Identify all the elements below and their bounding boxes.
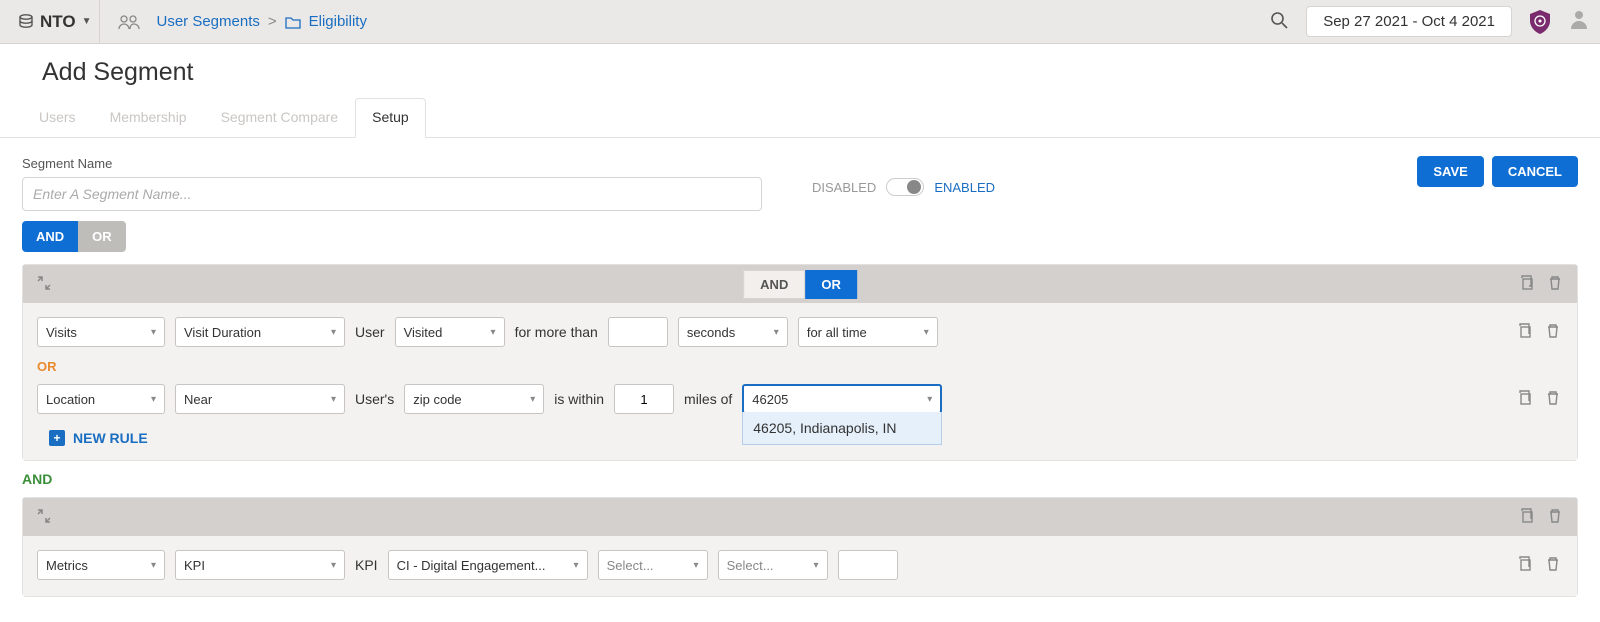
rule1-user-label: User [355, 324, 385, 340]
g2rule1-value-input[interactable] [838, 550, 898, 580]
rule-row-visits: Visits Visit Duration User Visited for m… [37, 317, 1563, 357]
root-and-button[interactable]: AND [22, 221, 78, 252]
rule-row-metrics: Metrics KPI KPI CI - Digital Engagement.… [37, 550, 1563, 590]
tab-segment-compare: Segment Compare [204, 98, 356, 138]
new-rule-label: NEW RULE [73, 430, 148, 446]
top-bar: NTO ▼ User Segments > Eligibility Sep 27… [0, 0, 1600, 44]
database-icon [18, 14, 34, 30]
rule-row-location: Location Near User's zip code is within … [37, 384, 1563, 424]
rule2-field-select[interactable]: zip code [404, 384, 544, 414]
trash-icon [1547, 512, 1563, 527]
rule1-value-input[interactable] [608, 317, 668, 347]
g2rule1-metric-select[interactable]: Metrics [37, 550, 165, 580]
enable-toggle[interactable] [886, 178, 924, 196]
breadcrumb: User Segments > Eligibility [156, 13, 367, 30]
g2rule1-submetric-select[interactable]: KPI [175, 550, 345, 580]
rule1-duplicate-button[interactable] [1515, 321, 1535, 344]
copy-icon [1517, 327, 1533, 342]
org-name: NTO [40, 12, 76, 32]
collapse-icon[interactable] [37, 509, 51, 526]
chevron-down-icon: ▼ [82, 16, 92, 27]
folder-icon [285, 15, 301, 29]
tab-users: Users [22, 98, 93, 138]
rule-separator-or: OR [37, 357, 1563, 384]
rule2-zip-select[interactable]: 46205 46205, Indianapolis, IN ➤ [742, 384, 942, 414]
g2rule1-delete-button[interactable] [1543, 554, 1563, 577]
breadcrumb-sep: > [268, 13, 277, 30]
rule2-metric-select[interactable]: Location [37, 384, 165, 414]
trash-icon [1545, 560, 1561, 575]
tab-membership: Membership [93, 98, 204, 138]
rule-group-1: AND OR Visits Visit Duration User Visite… [22, 264, 1578, 461]
rule2-delete-button[interactable] [1543, 388, 1563, 411]
trash-icon [1547, 279, 1563, 294]
segment-name-input[interactable] [22, 177, 762, 211]
copy-icon [1519, 512, 1535, 527]
page-title: Add Segment [0, 44, 1600, 97]
trash-icon [1545, 327, 1561, 342]
save-button[interactable]: SAVE [1417, 156, 1483, 187]
toggle-enabled-label: ENABLED [934, 180, 995, 195]
g2rule1-duplicate-button[interactable] [1515, 554, 1535, 577]
tab-setup[interactable]: Setup [355, 98, 426, 138]
rule1-metric-select[interactable]: Visits [37, 317, 165, 347]
group1-and-button[interactable]: AND [743, 270, 805, 299]
group-separator-and: AND [0, 471, 1600, 497]
toggle-disabled-label: DISABLED [812, 180, 876, 195]
plus-icon: + [49, 430, 65, 446]
breadcrumb-eligibility[interactable]: Eligibility [309, 13, 367, 30]
copy-icon [1517, 560, 1533, 575]
cancel-button[interactable]: CANCEL [1492, 156, 1578, 187]
g2rule1-op2-select[interactable]: Select... [718, 550, 828, 580]
user-menu[interactable] [1568, 8, 1590, 35]
rule2-submetric-select[interactable]: Near [175, 384, 345, 414]
copy-icon [1519, 279, 1535, 294]
rule1-morethan-label: for more than [515, 324, 598, 340]
group1-or-button[interactable]: OR [805, 270, 857, 299]
rule-group-2: Metrics KPI KPI CI - Digital Engagement.… [22, 497, 1578, 597]
rule2-within-label: is within [554, 391, 604, 407]
group1-delete-button[interactable] [1545, 273, 1565, 296]
rule2-zip-value: 46205 [752, 392, 788, 407]
g2rule1-kpi-value-select[interactable]: CI - Digital Engagement... [388, 550, 588, 580]
zip-dropdown-option[interactable]: 46205, Indianapolis, IN [742, 412, 942, 445]
tabs: Users Membership Segment Compare Setup [0, 97, 1600, 138]
date-range-picker[interactable]: Sep 27 2021 - Oct 4 2021 [1306, 6, 1512, 37]
search-icon [1270, 17, 1288, 32]
rule2-radius-input[interactable] [614, 384, 674, 414]
g2rule1-kpi-label: KPI [355, 557, 378, 573]
rule1-range-select[interactable]: for all time [798, 317, 938, 347]
copy-icon [1517, 394, 1533, 409]
rule1-delete-button[interactable] [1543, 321, 1563, 344]
g2rule1-op1-select[interactable]: Select... [598, 550, 708, 580]
breadcrumb-user-segments[interactable]: User Segments [156, 13, 259, 30]
rule1-condition-select[interactable]: Visited [395, 317, 505, 347]
shield-icon[interactable] [1526, 8, 1554, 36]
rule1-units-select[interactable]: seconds [678, 317, 788, 347]
group2-delete-button[interactable] [1545, 506, 1565, 529]
root-or-button[interactable]: OR [78, 221, 126, 252]
trash-icon [1545, 394, 1561, 409]
group1-duplicate-button[interactable] [1517, 273, 1537, 296]
search-button[interactable] [1266, 7, 1292, 36]
root-bool-group: AND OR [22, 221, 126, 252]
rule2-duplicate-button[interactable] [1515, 388, 1535, 411]
rule2-milesof-label: miles of [684, 391, 732, 407]
users-icon [118, 14, 140, 30]
rule2-users-label: User's [355, 391, 394, 407]
segment-name-label: Segment Name [22, 156, 782, 171]
rule1-submetric-select[interactable]: Visit Duration [175, 317, 345, 347]
collapse-icon[interactable] [37, 276, 51, 293]
org-picker[interactable]: NTO ▼ [10, 0, 100, 44]
group2-duplicate-button[interactable] [1517, 506, 1537, 529]
